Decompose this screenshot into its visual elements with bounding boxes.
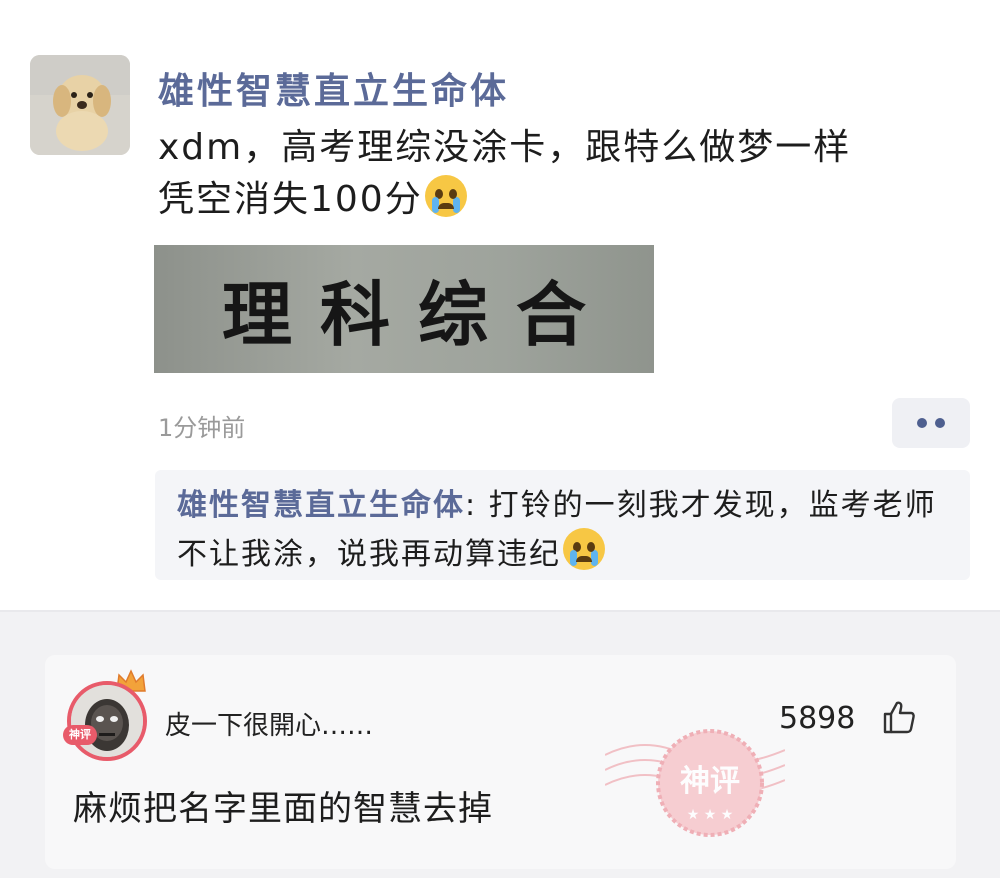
more-options-button[interactable] xyxy=(892,398,970,448)
avatar-god-comment-badge: 神评 xyxy=(63,725,97,745)
reply-separator: : xyxy=(465,488,478,523)
post-text-line-1: xdm，高考理综没涂卡，跟特么做梦一样 xyxy=(158,127,852,168)
post-timestamp: 1分钟前 xyxy=(158,414,246,442)
thumbs-up-icon[interactable] xyxy=(881,699,917,735)
more-dots-icon xyxy=(917,418,927,428)
like-count: 5898 xyxy=(779,701,856,736)
commenter-avatar[interactable] xyxy=(67,681,147,761)
post-text-line-2-content: 凭空消失100分 xyxy=(158,179,423,220)
post-image[interactable]: 理科综合 xyxy=(154,245,654,373)
crying-emoji-icon xyxy=(563,528,605,570)
reply-text: 雄性智慧直立生命体: 打铃的一刻我才发现，监考老师不让我涂，说我再动算违纪 xyxy=(177,484,952,577)
hot-comment-card[interactable]: 神评 ★ ★ ★ 神评 皮一下很開心…… 5898 麻烦把名字里面的智慧去掉 xyxy=(45,655,956,869)
more-dots-icon xyxy=(935,418,945,428)
stamp-label: 神评 xyxy=(680,764,740,799)
post-image-text: 理科综合 xyxy=(222,272,614,356)
commenter-username[interactable]: 皮一下很開心…… xyxy=(165,705,373,742)
comment-text: 麻烦把名字里面的智慧去掉 xyxy=(73,789,493,829)
svg-text:★ ★ ★: ★ ★ ★ xyxy=(687,807,734,823)
crying-emoji-icon xyxy=(424,175,467,217)
reply-author-name[interactable]: 雄性智慧直立生命体 xyxy=(177,488,465,523)
post-text: xdm，高考理综没涂卡，跟特么做梦一样 凭空消失100分 xyxy=(158,122,918,226)
god-comment-stamp: 神评 ★ ★ ★ xyxy=(605,729,785,837)
post-text-line-2: 凭空消失100分 xyxy=(158,174,918,226)
post-card: 雄性智慧直立生命体 xdm，高考理综没涂卡，跟特么做梦一样 凭空消失100分 理… xyxy=(0,0,1000,612)
author-avatar[interactable] xyxy=(30,55,130,155)
reply-box[interactable]: 雄性智慧直立生命体: 打铃的一刻我才发现，监考老师不让我涂，说我再动算违纪 xyxy=(155,470,970,580)
post-author-name[interactable]: 雄性智慧直立生命体 xyxy=(158,62,509,114)
